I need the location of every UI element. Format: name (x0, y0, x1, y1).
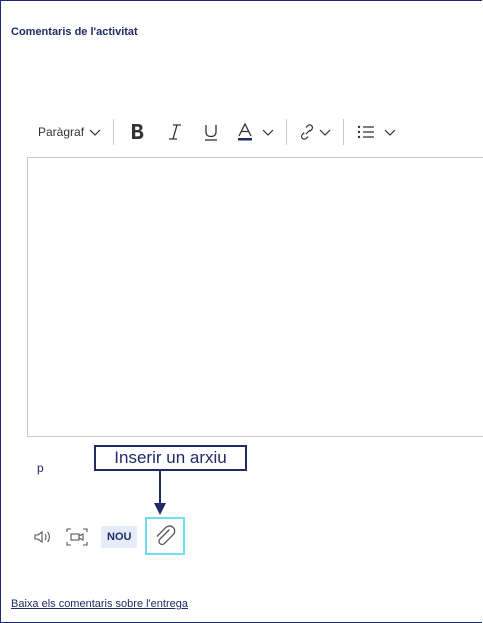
record-video-button[interactable] (65, 527, 89, 547)
text-color-dropdown[interactable] (236, 118, 274, 146)
attach-icon (156, 525, 176, 546)
underline-button[interactable] (198, 118, 224, 146)
insert-file-button[interactable] (145, 517, 185, 555)
audio-icon (34, 530, 50, 544)
toolbar-divider (113, 119, 115, 145)
link-icon (301, 124, 314, 140)
link-dropdown[interactable] (299, 118, 331, 146)
bold-button[interactable] (126, 118, 148, 146)
bold-icon (132, 124, 144, 139)
media-toolbar: NOU (33, 520, 138, 554)
element-path-indicator: p (37, 461, 44, 475)
chevron-down-icon (319, 129, 331, 136)
italic-button[interactable] (162, 118, 188, 146)
panel-title: Comentaris de l'activitat (11, 26, 138, 38)
underline-icon (205, 125, 218, 141)
tooltip-callout: Inserir un arxiu (94, 445, 247, 471)
chevron-down-icon (89, 129, 101, 136)
text-color-icon (238, 122, 253, 141)
editor-toolbar: Paràgraf (38, 118, 396, 146)
toolbar-divider (343, 119, 345, 145)
comment-editor-area[interactable] (27, 157, 483, 437)
list-icon (357, 125, 375, 139)
download-feedback-link[interactable]: Baixa els comentaris sobre l'entrega (11, 598, 188, 610)
paragraph-format-label: Paràgraf (38, 125, 85, 139)
chevron-down-icon (262, 129, 274, 136)
callout-arrow-icon (154, 471, 166, 515)
chevron-down-icon (384, 129, 396, 136)
list-dropdown[interactable] (356, 118, 396, 146)
new-badge: NOU (101, 526, 138, 548)
toolbar-divider (286, 119, 288, 145)
italic-icon (169, 124, 182, 140)
video-icon (66, 528, 88, 546)
record-audio-button[interactable] (33, 529, 53, 545)
paragraph-format-dropdown[interactable]: Paràgraf (38, 125, 101, 139)
